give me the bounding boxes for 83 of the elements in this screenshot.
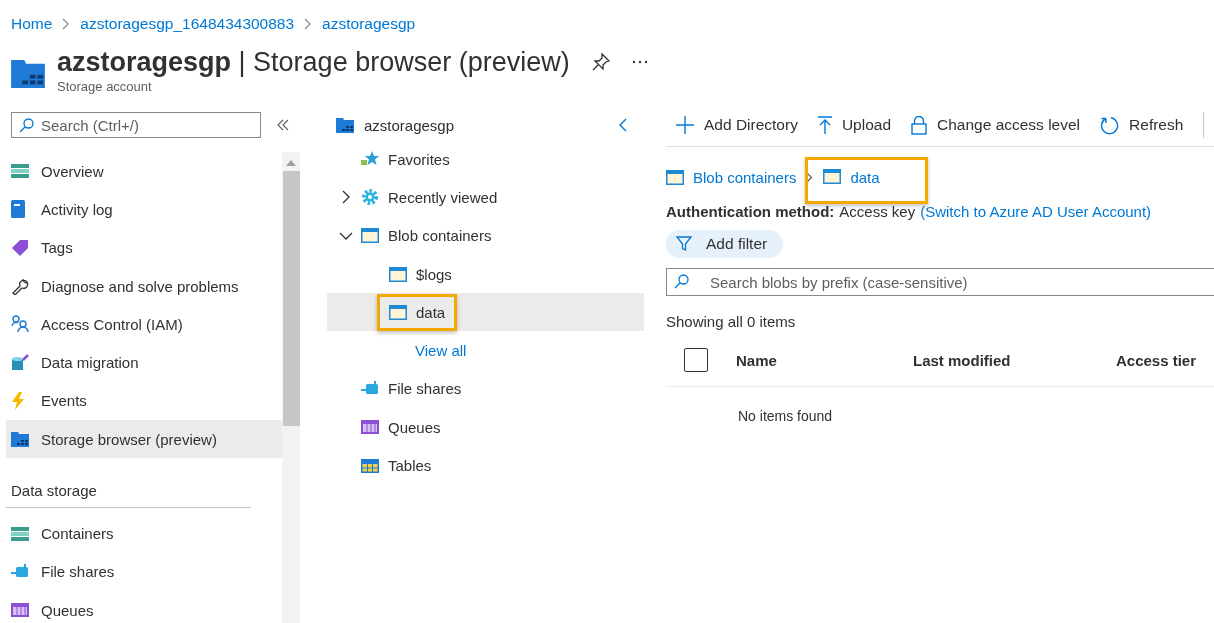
- menu-item[interactable]: Queues: [6, 590, 282, 623]
- container-icon: [389, 304, 407, 320]
- section-heading: Data storage: [6, 458, 251, 509]
- menu-item[interactable]: Overview: [6, 152, 282, 191]
- switch-account-link[interactable]: (Switch to Azure AD User Account): [920, 203, 1152, 220]
- menu-item[interactable]: File shares: [6, 552, 282, 591]
- chevron-left-icon[interactable]: [619, 118, 627, 132]
- menu-item[interactable]: Diagnose and solve problems: [6, 266, 282, 306]
- column-header[interactable]: Last modified: [913, 351, 1116, 369]
- menu-item[interactable]: Tags: [6, 228, 282, 267]
- more-icon[interactable]: [631, 60, 648, 64]
- tree-item[interactable]: data: [327, 293, 644, 332]
- breadcrumb-link[interactable]: azstoragesgp: [322, 15, 416, 33]
- tree-item[interactable]: $logs: [327, 254, 644, 294]
- chevron-right-icon: [806, 171, 814, 183]
- lightning-icon: [11, 391, 25, 410]
- menu-item[interactable]: Activity log: [6, 190, 282, 229]
- wrench-icon: [11, 277, 29, 296]
- view-all-link[interactable]: View all: [415, 342, 467, 360]
- plus-icon: [676, 116, 694, 134]
- breadcrumb-link[interactable]: Home: [11, 15, 53, 33]
- pin-icon[interactable]: [591, 53, 610, 71]
- scrollbar[interactable]: [282, 152, 300, 623]
- menu-item[interactable]: Storage browser (preview): [6, 420, 282, 459]
- tag-icon: [11, 238, 29, 257]
- add-filter-button[interactable]: Add filter: [666, 230, 784, 258]
- collapse-icon[interactable]: [277, 119, 289, 131]
- tree-item[interactable]: Queues: [327, 408, 644, 447]
- select-all-checkbox[interactable]: [684, 348, 708, 372]
- search-field[interactable]: Search (Ctrl+/): [11, 112, 261, 138]
- bucket-icon: [11, 353, 29, 372]
- queue-icon: [361, 420, 379, 435]
- filter-icon: [676, 236, 692, 252]
- list-icon: [11, 526, 29, 541]
- toolbar-button[interactable]: Add Directory: [676, 116, 798, 134]
- container-icon: [361, 228, 379, 244]
- tree-item[interactable]: Recently viewed: [327, 178, 644, 217]
- storage-icon: [11, 431, 29, 448]
- list-icon: [11, 164, 29, 179]
- tree-root[interactable]: azstoragesgp: [364, 116, 455, 134]
- upload-icon: [817, 116, 832, 134]
- toolbar-button[interactable]: Refresh: [1100, 115, 1184, 135]
- auth-value: Access key: [839, 203, 916, 220]
- menu-item[interactable]: Events: [6, 381, 282, 421]
- file-share-icon: [361, 380, 379, 397]
- gear-icon: [361, 188, 379, 207]
- search-field[interactable]: Search blobs by prefix (case-sensitive): [666, 268, 1214, 296]
- star-icon: [361, 151, 379, 168]
- breadcrumb-link[interactable]: azstoragesgp_1648434300883: [80, 15, 295, 33]
- menu-item[interactable]: Access Control (IAM): [6, 305, 282, 344]
- book-icon: [11, 200, 25, 219]
- tree-item[interactable]: Favorites: [327, 140, 644, 179]
- auth-label: Authentication method:: [666, 203, 835, 220]
- lock-icon: [911, 115, 928, 135]
- toolbar-button[interactable]: Upload: [817, 116, 892, 134]
- column-header[interactable]: Access tier: [1116, 351, 1197, 369]
- toolbar-button[interactable]: Change access level: [911, 115, 1081, 135]
- path-link[interactable]: data: [850, 168, 880, 186]
- item-count: Showing all 0 items: [666, 313, 797, 330]
- queue-icon: [11, 603, 29, 618]
- container-icon: [666, 169, 684, 185]
- container-icon: [823, 168, 842, 184]
- search-icon: [674, 274, 689, 289]
- storage-icon: [11, 58, 45, 88]
- page-subtitle: Storage account: [57, 79, 153, 94]
- refresh-icon: [1100, 115, 1120, 135]
- tree-item[interactable]: Blob containers: [327, 216, 644, 255]
- menu-item[interactable]: Containers: [6, 514, 282, 553]
- chevron-right-icon: [62, 18, 71, 30]
- file-share-icon: [11, 563, 29, 580]
- page-title: azstoragesgp | Storage browser (preview): [57, 46, 570, 79]
- chevron-right-icon: [304, 18, 313, 30]
- column-header[interactable]: Name: [736, 351, 913, 369]
- menu-item[interactable]: Data migration: [6, 343, 282, 382]
- tree-item[interactable]: File shares: [327, 369, 644, 409]
- table-icon: [361, 458, 379, 473]
- search-icon: [19, 118, 34, 133]
- container-icon: [389, 266, 407, 282]
- people-icon: [11, 315, 29, 334]
- empty-message: No items found: [737, 408, 834, 424]
- storage-icon: [336, 117, 354, 133]
- path-link[interactable]: Blob containers: [693, 168, 797, 186]
- tree-item[interactable]: Tables: [327, 446, 644, 485]
